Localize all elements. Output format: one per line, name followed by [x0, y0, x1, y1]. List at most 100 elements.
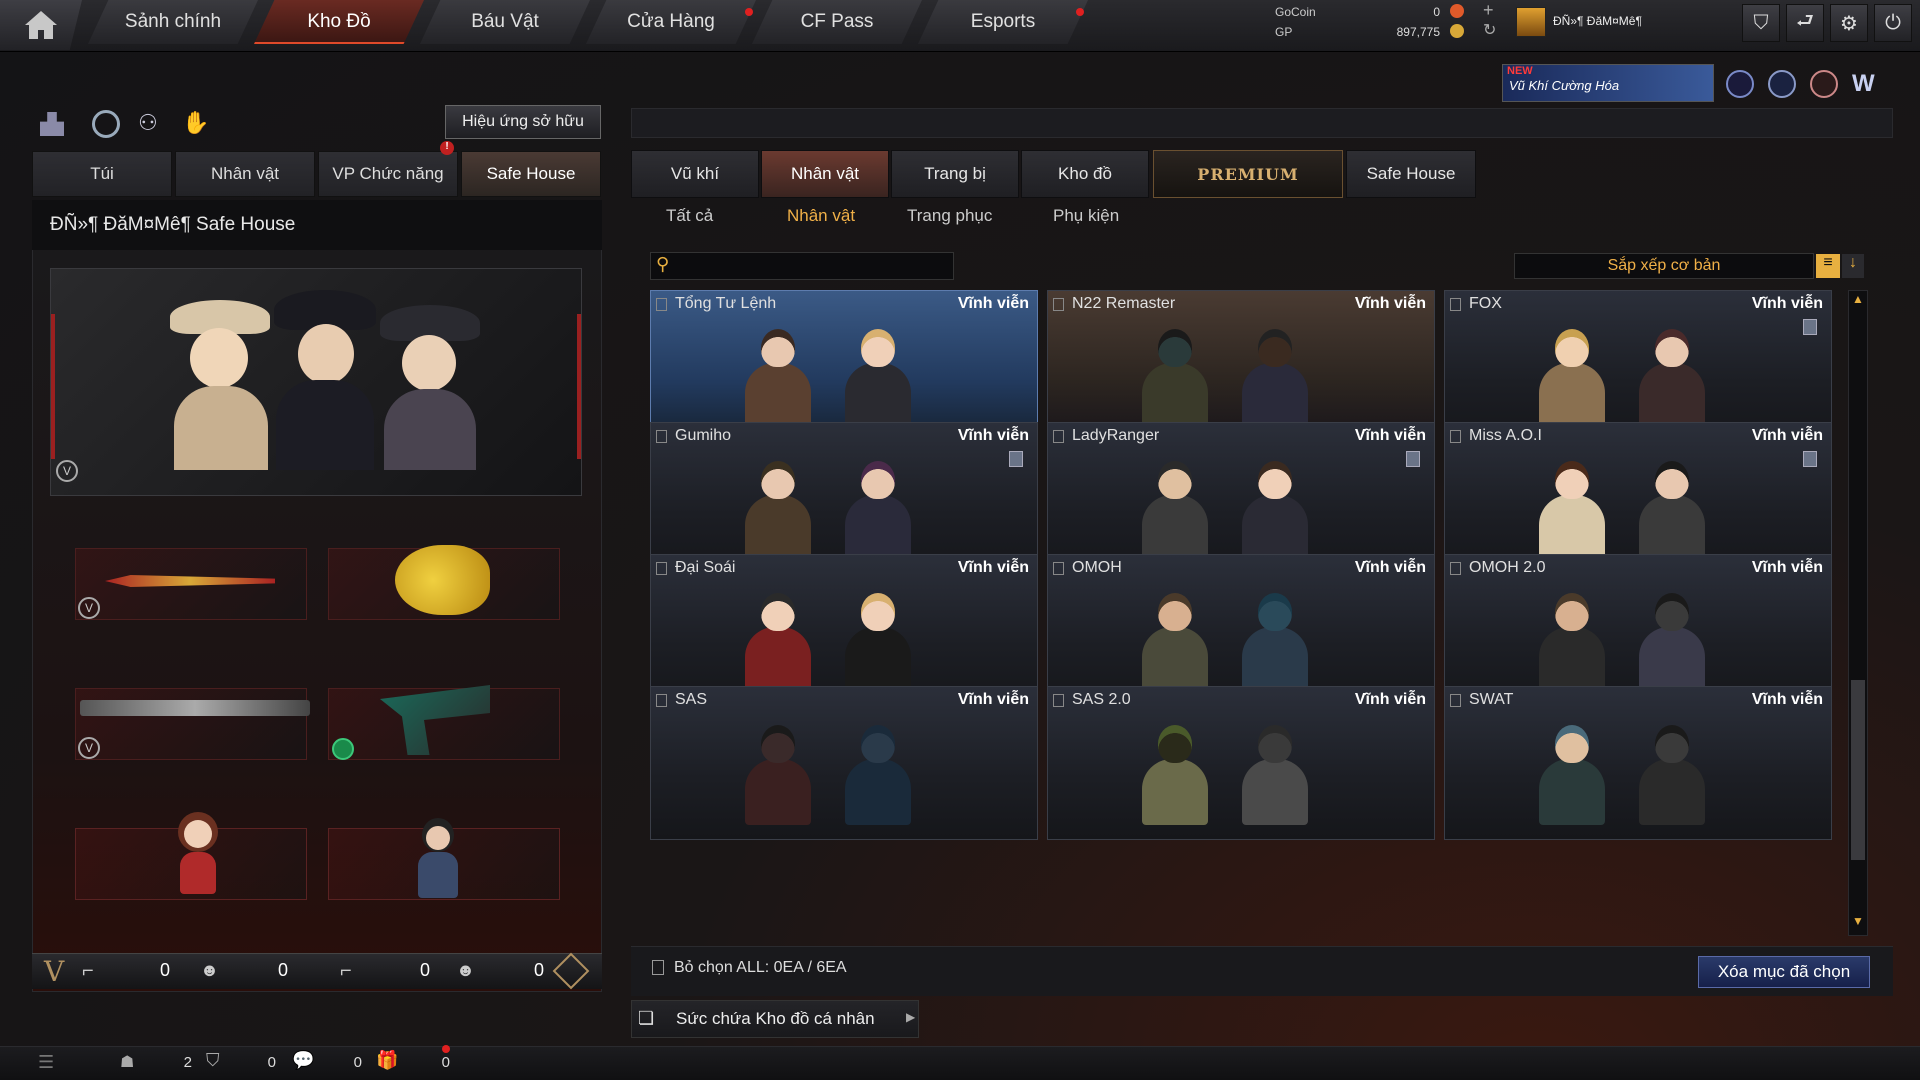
- v-rank-icon: V: [56, 460, 78, 482]
- right-tab-label: Kho đồ: [1058, 164, 1112, 183]
- bookmark-checkbox[interactable]: [656, 562, 667, 575]
- safe-house-slot-weapon-2[interactable]: [75, 688, 307, 760]
- friends-icon[interactable]: ☗: [120, 1052, 134, 1072]
- character-card[interactable]: OMOH Vĩnh viễn: [1047, 554, 1435, 708]
- nav-tab-cf-pass[interactable]: CF Pass: [752, 0, 922, 44]
- character-head-icon: ☻: [456, 960, 475, 980]
- w-logo-icon[interactable]: W: [1852, 70, 1882, 98]
- bookmark-checkbox[interactable]: [1450, 298, 1461, 311]
- character-figure: [841, 583, 915, 693]
- refresh-icon[interactable]: ↻: [1483, 20, 1496, 40]
- character-figure: [1238, 451, 1312, 561]
- promo-banner[interactable]: NEW Vũ Khí Cường Hóa: [1502, 64, 1714, 102]
- right-tab-storage[interactable]: Kho đồ: [1021, 150, 1149, 198]
- right-tab-character[interactable]: Nhân vật: [761, 150, 889, 198]
- character-card[interactable]: Gumiho Vĩnh viễn: [650, 422, 1038, 576]
- bookmark-checkbox[interactable]: [656, 298, 667, 311]
- scroll-up-icon[interactable]: ▲: [1850, 292, 1866, 310]
- list-view-icon[interactable]: ≡: [1816, 254, 1840, 278]
- deselect-all-label[interactable]: Bỏ chọn ALL: 0EA / 6EA: [674, 959, 847, 977]
- subtab-outfit[interactable]: Trang phục: [907, 206, 992, 234]
- character-card[interactable]: SAS 2.0 Vĩnh viễn: [1047, 686, 1435, 840]
- delete-selected-button[interactable]: Xóa mục đã chọn: [1698, 956, 1870, 988]
- scroll-down-icon[interactable]: ▼: [1850, 914, 1866, 932]
- bookmark-icon[interactable]: [652, 960, 664, 975]
- left-panel-spacer: [32, 114, 602, 118]
- nav-tab-inventory[interactable]: Kho Đồ: [254, 0, 424, 44]
- gift-count: 0: [441, 1054, 450, 1071]
- left-tab-vp-function[interactable]: VP Chức năng: [318, 151, 458, 197]
- nav-tab-treasure[interactable]: Báu Vật: [420, 0, 590, 44]
- bookmark-checkbox[interactable]: [656, 694, 667, 707]
- right-tab-equipment[interactable]: Trang bị: [891, 150, 1019, 198]
- right-tab-premium[interactable]: PREMIUM: [1153, 150, 1343, 198]
- character-figure: [1535, 451, 1609, 561]
- bookmark-checkbox[interactable]: [1450, 694, 1461, 707]
- target-icon[interactable]: [1810, 70, 1838, 98]
- gift-icon[interactable]: 🎁: [376, 1050, 398, 1071]
- left-tab-character[interactable]: Nhân vật: [175, 151, 315, 197]
- character-figure: [1635, 715, 1709, 825]
- nav-tab-shop[interactable]: Cửa Hàng: [586, 0, 756, 44]
- v-logo-icon: V: [44, 955, 65, 988]
- character-card[interactable]: SAS Vĩnh viễn: [650, 686, 1038, 840]
- sort-direction-icon[interactable]: ↓: [1842, 254, 1864, 278]
- character-name: Gumiho: [675, 427, 732, 444]
- settings-button[interactable]: ⚙: [1830, 4, 1868, 42]
- trash-icon[interactable]: [1803, 451, 1817, 467]
- subtab-character[interactable]: Nhân vật: [787, 206, 855, 234]
- bookmark-checkbox[interactable]: [1053, 694, 1064, 707]
- search-input[interactable]: [682, 254, 950, 278]
- sort-dropdown[interactable]: Sắp xếp cơ bản: [1514, 253, 1814, 279]
- character-card[interactable]: N22 Remaster Vĩnh viễn: [1047, 290, 1435, 444]
- bookmark-checkbox[interactable]: [1053, 298, 1064, 311]
- bookmark-checkbox[interactable]: [656, 430, 667, 443]
- left-tab-bag[interactable]: Túi: [32, 151, 172, 197]
- left-tab-safe-house[interactable]: Safe House: [461, 151, 601, 197]
- scrollbar-thumb[interactable]: [1851, 680, 1865, 860]
- sort-label: Sắp xếp cơ bản: [1607, 257, 1721, 274]
- bookmark-checkbox[interactable]: [1450, 430, 1461, 443]
- subtab-accessory[interactable]: Phụ kiện: [1053, 206, 1119, 234]
- nav-tab-esports[interactable]: Esports: [918, 0, 1088, 44]
- trash-icon[interactable]: [1803, 319, 1817, 335]
- bookmark-checkbox[interactable]: [1053, 430, 1064, 443]
- chat-icon[interactable]: 💬: [292, 1050, 314, 1071]
- character-figure: [1635, 319, 1709, 429]
- character-card[interactable]: SWAT Vĩnh viễn: [1444, 686, 1832, 840]
- player-name[interactable]: ĐÑ»¶ ĐăM¤Mê¶: [1553, 14, 1642, 28]
- v-emblem-icon[interactable]: [1726, 70, 1754, 98]
- globe-icon[interactable]: [1768, 70, 1796, 98]
- power-button[interactable]: ⏻: [1874, 4, 1912, 42]
- clan-shield-icon[interactable]: ⛉: [206, 1050, 220, 1071]
- nav-tab-lobby[interactable]: Sảnh chính: [88, 0, 258, 44]
- home-button[interactable]: [0, 0, 82, 50]
- character-card[interactable]: Tổng Tư Lệnh Vĩnh viễn: [650, 290, 1038, 444]
- character-figure: [1635, 451, 1709, 561]
- character-card[interactable]: OMOH 2.0 Vĩnh viễn: [1444, 554, 1832, 708]
- character-card[interactable]: Miss A.O.I Vĩnh viễn: [1444, 422, 1832, 576]
- trash-icon[interactable]: [1406, 451, 1420, 467]
- expand-arrow-icon[interactable]: ▶: [906, 1010, 915, 1024]
- character-card[interactable]: FOX Vĩnh viễn: [1444, 290, 1832, 444]
- character-card[interactable]: Đại Soái Vĩnh viễn: [650, 554, 1038, 708]
- right-tab-safe-house[interactable]: Safe House: [1346, 150, 1476, 198]
- add-currency-icon[interactable]: +: [1483, 0, 1494, 21]
- character-figure: [741, 319, 815, 429]
- trash-icon[interactable]: [1009, 451, 1023, 467]
- gocoin-label: GoCoin: [1275, 5, 1316, 19]
- character-card[interactable]: LadyRanger Vĩnh viễn: [1047, 422, 1435, 576]
- character-name: N22 Remaster: [1072, 295, 1176, 312]
- character-count-2: 0: [533, 960, 544, 980]
- bookmark-checkbox[interactable]: [1450, 562, 1461, 575]
- character-figure: [1138, 319, 1212, 429]
- exit-room-button[interactable]: ⮐: [1786, 4, 1824, 42]
- menu-icon[interactable]: ☰: [38, 1052, 54, 1073]
- character-figure: [741, 583, 815, 693]
- bookmark-checkbox[interactable]: [1053, 562, 1064, 575]
- right-tab-weapons[interactable]: Vũ khí: [631, 150, 759, 198]
- clan-shield-button[interactable]: ⛉: [1742, 4, 1780, 42]
- owned-effects-button[interactable]: Hiệu ứng sở hữu: [445, 105, 601, 139]
- duration-label: Vĩnh viễn: [957, 691, 1029, 708]
- subtab-all[interactable]: Tất cả: [666, 206, 713, 234]
